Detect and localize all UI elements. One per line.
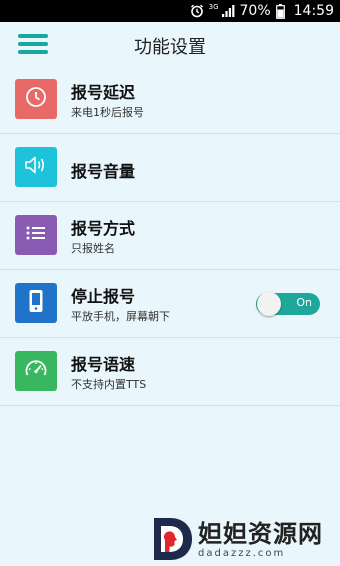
volume-icon-box	[15, 147, 57, 187]
speed-icon-box	[15, 351, 57, 391]
setting-speed-subtitle: 不支持内置TTS	[71, 378, 147, 391]
battery-icon	[275, 3, 285, 19]
setting-stop-title: 停止报号	[71, 287, 136, 306]
clock-time: 14:59	[293, 3, 334, 19]
speedometer-icon	[23, 357, 49, 385]
settings-list: 报号延迟 来电1秒后报号 报号音量 报号方式 只报姓名 停止报号 平放手机，屏幕…	[0, 66, 340, 406]
page-title: 功能设置	[134, 37, 206, 58]
alarm-icon	[190, 4, 204, 18]
status-bar: 3G 70% 14:59	[0, 0, 340, 22]
setting-delay-title: 报号延迟	[71, 83, 136, 102]
mode-icon-box	[15, 215, 57, 255]
battery-percent: 70%	[239, 3, 271, 19]
setting-stop[interactable]: 停止报号 平放手机，屏幕朝下 On	[0, 270, 340, 338]
setting-mode[interactable]: 报号方式 只报姓名	[0, 202, 340, 270]
watermark-name: 妲妲资源网	[198, 519, 323, 548]
toggle-on-label: On	[296, 296, 312, 309]
setting-stop-subtitle: 平放手机，屏幕朝下	[71, 310, 170, 323]
phone-icon	[26, 288, 46, 318]
app-bar: 功能设置	[0, 22, 340, 66]
stop-icon-box	[15, 283, 57, 323]
toggle-knob[interactable]	[257, 292, 281, 316]
stop-toggle-switch[interactable]: On	[256, 292, 320, 316]
watermark: 妲妲资源网 dadazzz.com	[150, 512, 340, 566]
list-icon	[24, 223, 48, 247]
setting-mode-subtitle: 只报姓名	[71, 242, 115, 255]
setting-volume-title: 报号音量	[71, 162, 136, 181]
signal-icon	[221, 4, 235, 18]
watermark-text: 妲妲资源网 dadazzz.com	[198, 520, 323, 559]
setting-delay-subtitle: 来电1秒后报号	[71, 106, 144, 119]
delay-icon-box	[15, 79, 57, 119]
watermark-logo-icon	[150, 516, 194, 562]
clock-icon	[24, 85, 48, 113]
setting-speed[interactable]: 报号语速 不支持内置TTS	[0, 338, 340, 406]
setting-volume[interactable]: 报号音量	[0, 134, 340, 202]
network-type: 3G	[208, 3, 219, 11]
setting-mode-title: 报号方式	[71, 219, 136, 238]
setting-delay[interactable]: 报号延迟 来电1秒后报号	[0, 66, 340, 134]
speaker-icon	[23, 154, 49, 180]
setting-speed-title: 报号语速	[71, 355, 136, 374]
watermark-url: dadazzz.com	[198, 547, 286, 559]
